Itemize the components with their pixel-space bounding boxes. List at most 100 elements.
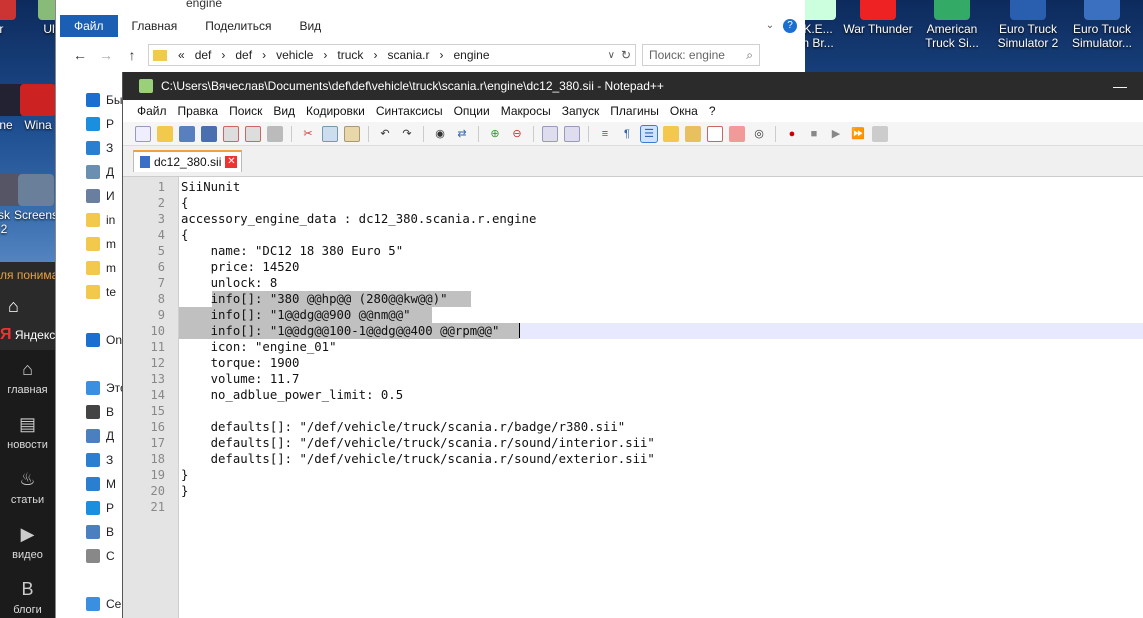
zoom-in-icon[interactable]: ⊕ — [487, 126, 503, 142]
doc-map-icon[interactable] — [685, 125, 701, 142]
breadcrumb-segment[interactable]: truck — [337, 48, 363, 62]
save-icon[interactable] — [179, 125, 195, 142]
nav-item[interactable] — [86, 568, 126, 592]
show-all-chars-icon[interactable]: ¶ — [619, 126, 635, 142]
close-file-icon[interactable] — [223, 125, 239, 142]
code-line[interactable]: info[]: "1@@dg@@900 @@nm@@" — [181, 307, 411, 323]
sync-horizontal-icon[interactable] — [564, 125, 580, 142]
undo-icon[interactable]: ↶ — [377, 126, 393, 142]
code-line[interactable]: accessory_engine_data : dc12_380.scania.… — [181, 211, 536, 227]
code-line[interactable]: defaults[]: "/def/vehicle/truck/scania.r… — [181, 435, 655, 451]
help-icon[interactable]: ? — [783, 19, 797, 33]
code-line[interactable]: } — [181, 467, 188, 483]
nav-item[interactable]: В — [86, 520, 126, 544]
menu-item[interactable]: Плагины — [606, 104, 666, 118]
new-file-icon[interactable] — [135, 125, 151, 142]
menu-item[interactable]: ? — [705, 104, 723, 118]
code-area[interactable]: SiiNunit{accessory_engine_data : dc12_38… — [179, 177, 1143, 618]
monitor-icon[interactable]: ◎ — [751, 126, 767, 142]
menu-item[interactable]: Окна — [666, 104, 705, 118]
close-all-icon[interactable] — [245, 125, 261, 142]
nav-item[interactable]: Р — [86, 112, 126, 136]
desktop-icon[interactable]: War Thunder — [840, 0, 916, 36]
menu-item[interactable]: Поиск — [225, 104, 269, 118]
open-file-icon[interactable] — [157, 125, 173, 142]
menu-item[interactable]: Вид — [269, 104, 302, 118]
code-editor[interactable]: 1 2 3 4 5 6 7 8 9 10 11 12 13 14 15 16 17 18 19 20 21 SiiNun… — [123, 176, 1143, 618]
cut-icon[interactable]: ✂ — [300, 126, 316, 142]
refresh-icon[interactable]: ↻ — [621, 48, 631, 62]
nav-item[interactable]: Бы — [86, 88, 126, 112]
nav-item[interactable]: З — [86, 136, 126, 160]
code-line[interactable]: info[]: "380 @@hp@@ (280@@kw@@)" — [181, 291, 448, 307]
replace-icon[interactable]: ⇄ — [454, 126, 470, 142]
code-line[interactable]: torque: 1900 — [181, 355, 300, 371]
save-all-icon[interactable] — [201, 125, 217, 142]
side-menu-item[interactable]: ♨ статьи — [0, 460, 55, 515]
code-line[interactable]: { — [181, 195, 188, 211]
nav-item[interactable]: m — [86, 232, 126, 256]
address-bar[interactable]: « def › def › vehicle › truck › scania.r › engine … — [148, 44, 636, 66]
save-macro-icon[interactable] — [872, 125, 888, 142]
nav-item[interactable]: З — [86, 448, 126, 472]
side-menu-item[interactable]: ⌂ главная — [0, 350, 55, 405]
desktop-icon[interactable]: Euro Truck Simulator... — [1064, 0, 1140, 50]
nav-item[interactable]: И — [86, 184, 126, 208]
word-wrap-icon[interactable]: ≡ — [597, 126, 613, 142]
nav-item[interactable]: m — [86, 256, 126, 280]
code-line[interactable]: { — [181, 227, 188, 243]
minimize-button[interactable]: — — [1097, 78, 1143, 94]
menu-item[interactable]: Синтаксисы — [372, 104, 450, 118]
nav-item[interactable]: te — [86, 280, 126, 304]
code-line[interactable]: unlock: 8 — [181, 275, 278, 291]
menu-item[interactable]: Макросы — [497, 104, 558, 118]
ribbon-tab[interactable]: Вид — [285, 15, 335, 37]
menu-item[interactable]: Опции — [450, 104, 497, 118]
code-line[interactable]: name: "DC12 18 380 Euro 5" — [181, 243, 404, 259]
up-arrow-icon[interactable]: ↑ — [122, 47, 142, 63]
zoom-out-icon[interactable]: ⊖ — [509, 126, 525, 142]
nav-item[interactable] — [86, 304, 126, 328]
copy-icon[interactable] — [322, 125, 338, 142]
lang-icon[interactable] — [663, 125, 679, 142]
print-icon[interactable] — [267, 125, 283, 142]
nav-item[interactable]: М — [86, 472, 126, 496]
code-line[interactable]: defaults[]: "/def/vehicle/truck/scania.r… — [181, 419, 626, 435]
side-menu-item[interactable]: ▤ новости — [0, 405, 55, 460]
desktop-icon[interactable]: American Truck Si... — [914, 0, 990, 50]
breadcrumb-segment[interactable]: vehicle — [276, 48, 313, 62]
menu-item[interactable]: Запуск — [558, 104, 607, 118]
function-list-icon[interactable] — [707, 125, 723, 142]
nav-item[interactable]: Д — [86, 160, 126, 184]
code-line[interactable]: info[]: "1@@dg@@100-1@@dg@@400 @@rpm@@" — [179, 323, 1143, 339]
search-input[interactable]: Поиск: engine ⌕ — [642, 44, 760, 66]
ribbon-tab[interactable]: Файл — [60, 15, 118, 37]
dropdown-icon[interactable]: ∨ — [608, 50, 615, 61]
breadcrumb-segment[interactable]: scania.r — [387, 48, 429, 62]
code-line[interactable]: defaults[]: "/def/vehicle/truck/scania.r… — [181, 451, 655, 467]
nav-item[interactable]: С — [86, 544, 126, 568]
menu-item[interactable]: Правка — [174, 104, 226, 118]
play-macro-icon[interactable]: ▶ — [828, 126, 844, 142]
nav-item[interactable]: Се — [86, 592, 126, 616]
stop-macro-icon[interactable]: ■ — [806, 126, 822, 142]
indent-guide-icon[interactable]: ☰ — [640, 124, 658, 143]
ribbon-tab[interactable]: Поделиться — [191, 15, 285, 37]
breadcrumb-segment[interactable]: def — [195, 48, 212, 62]
paste-icon[interactable] — [344, 125, 360, 142]
breadcrumb-segment[interactable]: def — [235, 48, 252, 62]
code-line[interactable]: icon: "engine_01" — [181, 339, 337, 355]
code-line[interactable]: no_adblue_power_limit: 0.5 — [181, 387, 404, 403]
nav-item[interactable]: Р — [86, 496, 126, 520]
menu-item[interactable]: Кодировки — [302, 104, 372, 118]
menu-item[interactable]: Файл — [133, 104, 174, 118]
nav-item[interactable]: in — [86, 208, 126, 232]
breadcrumb-segment[interactable]: engine — [453, 48, 489, 62]
sync-vertical-icon[interactable] — [542, 125, 558, 142]
nav-item[interactable] — [86, 352, 126, 376]
nav-item[interactable]: В — [86, 400, 126, 424]
code-line[interactable]: SiiNunit — [181, 179, 240, 195]
side-menu-item[interactable]: ▶ видео — [0, 515, 55, 570]
code-line[interactable]: volume: 11.7 — [181, 371, 300, 387]
ribbon-tab[interactable]: Главная — [118, 15, 192, 37]
